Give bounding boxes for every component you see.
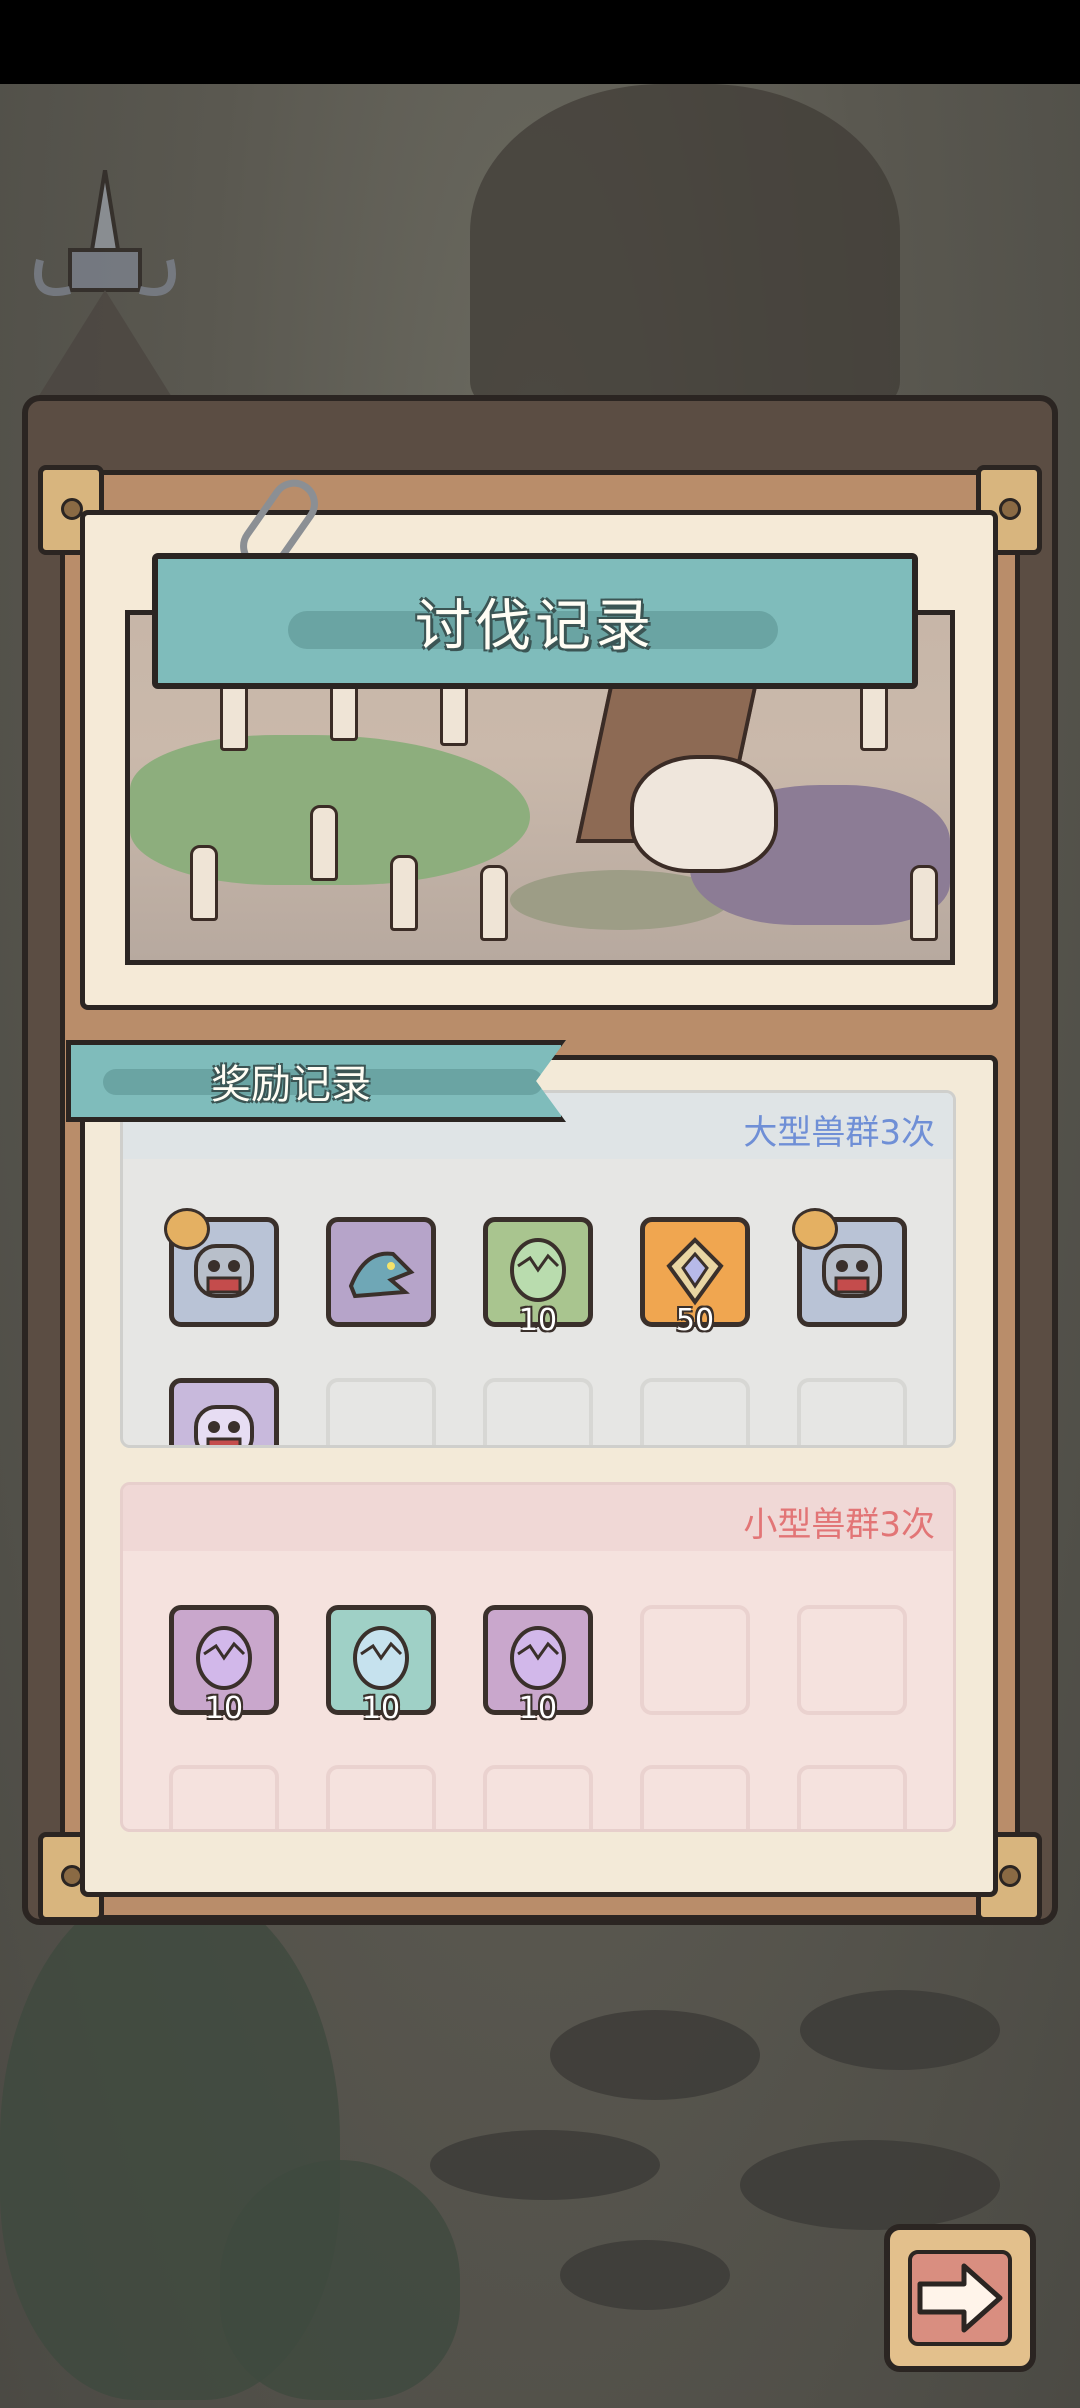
background-tree bbox=[470, 84, 900, 414]
green-egg-icon bbox=[510, 1238, 566, 1302]
background-rock bbox=[560, 2240, 730, 2310]
blue-egg-icon bbox=[353, 1626, 409, 1690]
empty-slot bbox=[640, 1605, 750, 1715]
item-amount: 50 bbox=[675, 1303, 715, 1338]
reward-item[interactable] bbox=[169, 1378, 279, 1445]
purple-beast-icon bbox=[194, 1405, 254, 1445]
reward-item[interactable]: 10 bbox=[169, 1605, 279, 1726]
large-group-count: 大型兽群3次 bbox=[743, 1113, 935, 1153]
next-button[interactable] bbox=[884, 2224, 1036, 2372]
empty-slot bbox=[326, 1765, 436, 1829]
arrow-right-icon bbox=[917, 2263, 1003, 2333]
status-bar bbox=[0, 0, 1080, 84]
dragon-beast-icon bbox=[348, 1251, 415, 1299]
reward-item[interactable]: 50 bbox=[640, 1217, 750, 1338]
empty-slot bbox=[640, 1765, 750, 1829]
reward-item[interactable]: 10 bbox=[483, 1217, 593, 1338]
reward-item[interactable]: 10 bbox=[326, 1605, 436, 1726]
background-rock bbox=[740, 2140, 1000, 2230]
small-group-count: 小型兽群3次 bbox=[743, 1505, 935, 1545]
purple-egg-icon bbox=[510, 1626, 566, 1690]
background-bush bbox=[220, 2160, 460, 2400]
purple-egg-icon bbox=[196, 1626, 252, 1690]
crown-badge-icon bbox=[792, 1208, 838, 1250]
item-amount: 10 bbox=[518, 1691, 558, 1726]
item-amount: 10 bbox=[518, 1303, 558, 1338]
empty-slot bbox=[797, 1378, 907, 1445]
background-rock bbox=[550, 2010, 760, 2100]
reward-item[interactable]: 10 bbox=[483, 1605, 593, 1726]
large-group-section: 大型兽群3次 10 50 bbox=[120, 1090, 956, 1448]
empty-slot bbox=[169, 1765, 279, 1829]
empty-slot bbox=[483, 1765, 593, 1829]
small-group-section: 小型兽群3次 10 10 10 bbox=[120, 1482, 956, 1832]
small-group-header: 小型兽群3次 bbox=[123, 1485, 953, 1551]
reward-item[interactable] bbox=[792, 1208, 907, 1327]
empty-slot bbox=[797, 1765, 907, 1829]
background-tower bbox=[30, 170, 180, 410]
empty-slot bbox=[797, 1605, 907, 1715]
background-rock bbox=[430, 2130, 660, 2200]
item-amount: 10 bbox=[204, 1691, 244, 1726]
page-title: 讨伐记录 bbox=[415, 593, 655, 659]
reward-record-banner: 奖励记录 bbox=[66, 1040, 566, 1122]
reward-item[interactable] bbox=[326, 1217, 436, 1327]
background-rock bbox=[800, 1990, 1000, 2070]
reward-record-label: 奖励记录 bbox=[211, 1062, 371, 1108]
empty-slot bbox=[483, 1378, 593, 1445]
empty-slot bbox=[326, 1378, 436, 1445]
crystal-shard-icon bbox=[666, 1237, 724, 1306]
item-amount: 10 bbox=[361, 1691, 401, 1726]
crown-badge-icon bbox=[164, 1208, 210, 1250]
reward-item[interactable] bbox=[164, 1208, 279, 1327]
empty-slot bbox=[640, 1378, 750, 1445]
